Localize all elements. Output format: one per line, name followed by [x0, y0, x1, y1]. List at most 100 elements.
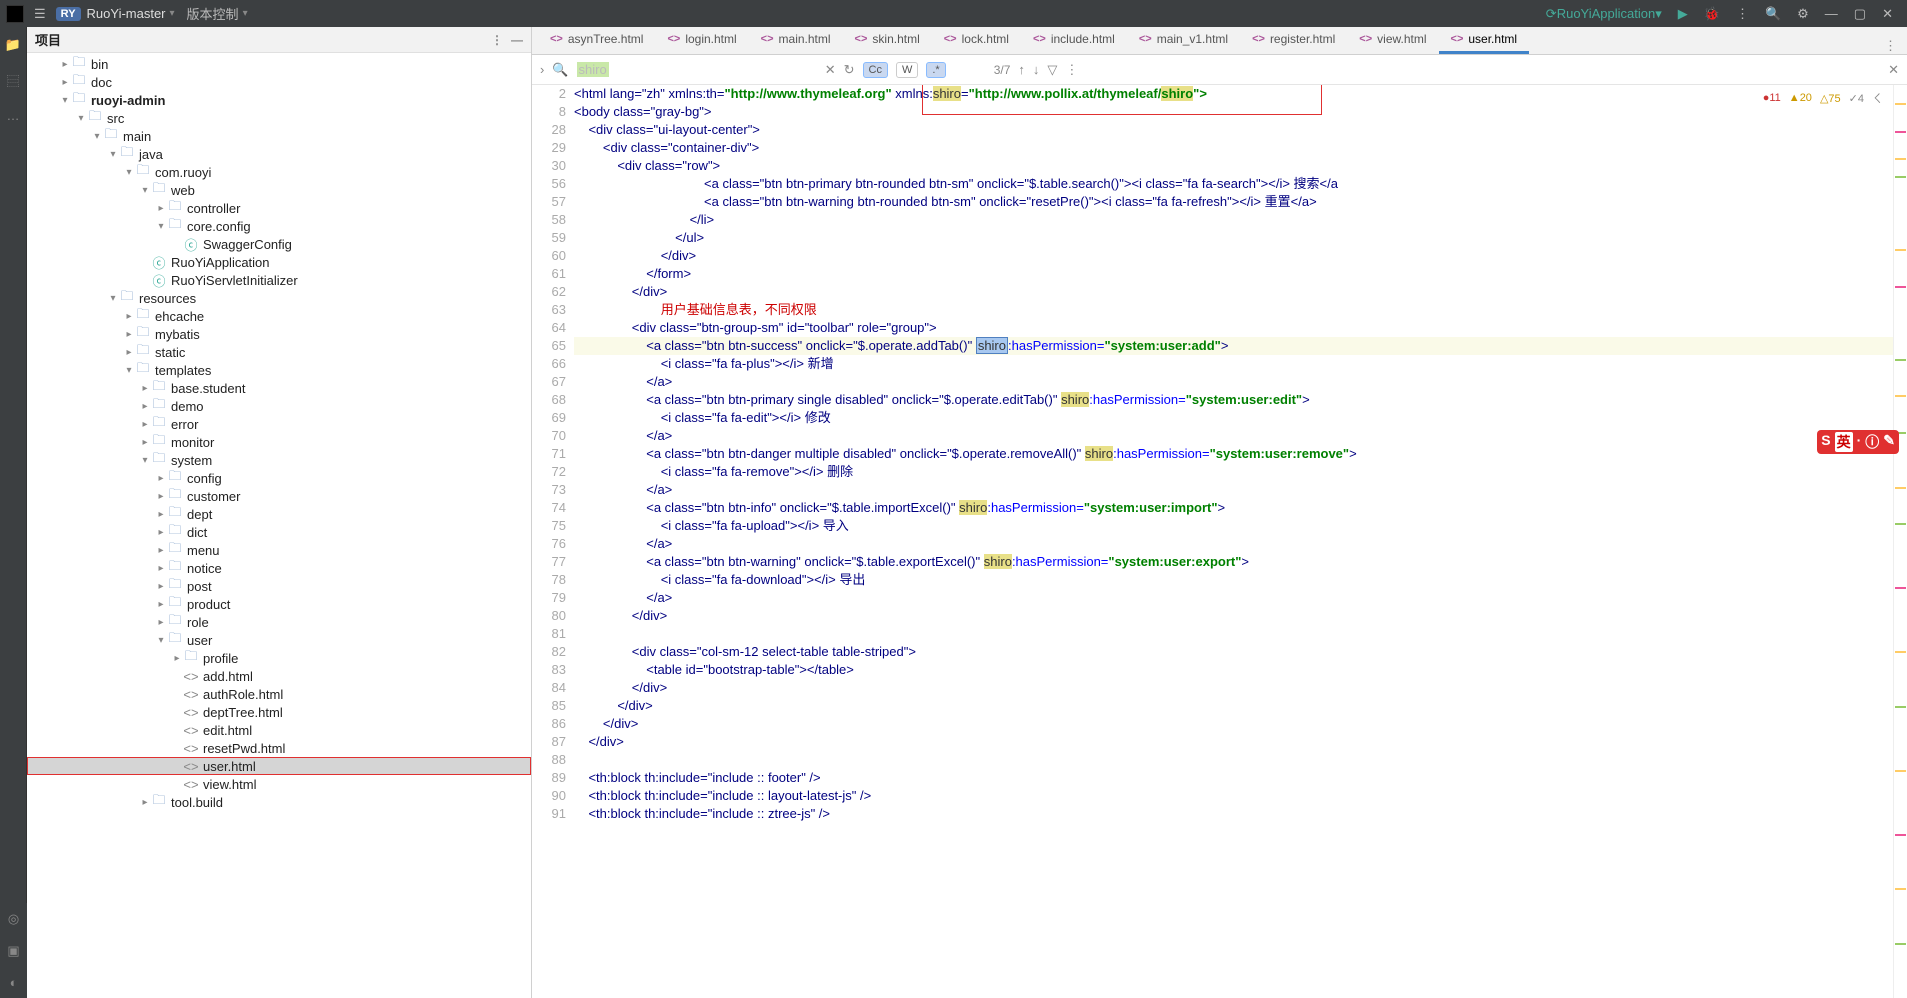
maximize-icon[interactable]: ▢ [1854, 6, 1866, 22]
tree-item[interactable]: ⓒRuoYiApplication [27, 253, 531, 271]
project-tree[interactable]: ▸🗀bin▸🗀doc▾🗀ruoyi-admin▾🗀src▾🗀main▾🗀java… [27, 53, 531, 998]
project-panel-title: 项目 [35, 30, 483, 49]
regex-toggle[interactable]: .* [926, 62, 945, 78]
tree-item[interactable]: ▸🗀static [27, 343, 531, 361]
tree-item[interactable]: <>edit.html [27, 721, 531, 739]
vcs-menu[interactable]: 版本控制 [187, 4, 239, 23]
tree-item[interactable]: ▾🗀system [27, 451, 531, 469]
tree-item[interactable]: <>view.html [27, 775, 531, 793]
next-match-icon[interactable]: ↓ [1033, 62, 1040, 77]
editor-tab[interactable]: <>view.html [1347, 27, 1438, 54]
tree-item[interactable]: <>user.html [27, 757, 531, 775]
chevron-down-icon[interactable]: ▾ [170, 8, 175, 19]
more-icon[interactable]: ⋮ [491, 33, 503, 47]
run-button[interactable]: ▶ [1678, 6, 1688, 22]
collapse-icon[interactable]: — [511, 33, 523, 47]
tree-item[interactable]: ▸🗀config [27, 469, 531, 487]
inspection-widget[interactable]: ●11 ▲20 △75 ✓4 ㄑ [1759, 89, 1887, 107]
bottom-left-tools: ◎ ▣ ◐ [0, 903, 27, 998]
tree-item[interactable]: ▾🗀templates [27, 361, 531, 379]
find-bar: › 🔍 shiro ✕ ↻ Cc W .* 3/7 ↑ ↓ ▽ ⋮ ✕ [532, 55, 1907, 85]
editor-tab[interactable]: <>include.html [1021, 27, 1127, 54]
tree-item[interactable]: ▸🗀demo [27, 397, 531, 415]
chevron-down-icon[interactable]: ▾ [243, 8, 248, 19]
tree-item[interactable]: ▾🗀resources [27, 289, 531, 307]
tree-item[interactable]: ▾🗀user [27, 631, 531, 649]
terminal-tool-icon[interactable]: ◎ [8, 911, 19, 927]
tree-item[interactable]: ▸🗀dept [27, 505, 531, 523]
tree-item[interactable]: ▸🗀profile [27, 649, 531, 667]
tabs-more-icon[interactable]: ⋮ [1884, 38, 1897, 54]
tree-item[interactable]: ▸🗀error [27, 415, 531, 433]
editor-tabs: <>asynTree.html<>login.html<>main.html<>… [532, 27, 1907, 55]
tree-item[interactable]: ▸🗀dict [27, 523, 531, 541]
tree-item[interactable]: ▸🗀ehcache [27, 307, 531, 325]
tree-item[interactable]: ▸🗀controller [27, 199, 531, 217]
tree-item[interactable]: ▾🗀com.ruoyi [27, 163, 531, 181]
tree-item[interactable]: ▾🗀main [27, 127, 531, 145]
tree-item[interactable]: ▾🗀java [27, 145, 531, 163]
bookmarks-tool-icon[interactable]: … [7, 108, 20, 123]
editor-tab[interactable]: <>asynTree.html [538, 27, 655, 54]
tree-item[interactable]: ▸🗀tool.build [27, 793, 531, 811]
tree-item[interactable]: ▸🗀product [27, 595, 531, 613]
words-toggle[interactable]: W [896, 62, 918, 78]
tree-item[interactable]: <>deptTree.html [27, 703, 531, 721]
tree-item[interactable]: ▸🗀menu [27, 541, 531, 559]
editor-tab[interactable]: <>skin.html [843, 27, 932, 54]
editor-tab[interactable]: <>main.html [749, 27, 843, 54]
filter-icon[interactable]: ▽ [1047, 62, 1057, 78]
tree-item[interactable]: ▸🗀customer [27, 487, 531, 505]
code-editor[interactable]: 2828293056575859606162636465666768697071… [532, 85, 1907, 998]
tree-item[interactable]: ▸🗀mybatis [27, 325, 531, 343]
editor-area: <>asynTree.html<>login.html<>main.html<>… [532, 27, 1907, 998]
minimize-icon[interactable]: — [1825, 6, 1838, 21]
minimap[interactable] [1893, 85, 1907, 998]
editor-tab[interactable]: <>register.html [1240, 27, 1347, 54]
run-config[interactable]: ⟳ RuoYiApplication ▾ [1546, 6, 1662, 22]
tree-item[interactable]: ▸🗀monitor [27, 433, 531, 451]
problems-tool-icon[interactable]: ▣ [7, 943, 19, 959]
tree-item[interactable]: <>add.html [27, 667, 531, 685]
tree-item[interactable]: ⓒRuoYiServletInitializer [27, 271, 531, 289]
prev-match-icon[interactable]: ↑ [1018, 62, 1025, 77]
project-name[interactable]: RuoYi-master [87, 6, 166, 21]
tree-item[interactable]: ▸🗀doc [27, 73, 531, 91]
tree-item[interactable]: ▾🗀web [27, 181, 531, 199]
editor-tab[interactable]: <>user.html [1439, 27, 1530, 54]
close-icon[interactable]: ✕ [1882, 6, 1893, 22]
structure-tool-icon[interactable]: ⿳ [6, 71, 19, 90]
history-icon[interactable]: ↻ [844, 62, 855, 78]
editor-tab[interactable]: <>main_v1.html [1127, 27, 1240, 54]
settings-icon[interactable]: ⚙ [1797, 6, 1809, 22]
app-logo-icon[interactable] [6, 5, 24, 23]
tree-item[interactable]: ▸🗀bin [27, 55, 531, 73]
search-icon: 🔍 [552, 62, 568, 78]
project-tool-icon[interactable]: 📁 [5, 37, 21, 53]
tree-item[interactable]: ▸🗀role [27, 613, 531, 631]
line-gutter: 2828293056575859606162636465666768697071… [532, 85, 574, 998]
more-icon[interactable]: ⋮ [1736, 6, 1749, 22]
tree-item[interactable]: ▸🗀notice [27, 559, 531, 577]
find-more-icon[interactable]: ⋮ [1065, 62, 1078, 78]
ime-toolbar[interactable]: S英·ⓘ✎ [1817, 430, 1899, 454]
tree-item[interactable]: <>authRole.html [27, 685, 531, 703]
match-case-toggle[interactable]: Cc [863, 62, 888, 78]
clear-icon[interactable]: ✕ [825, 62, 836, 78]
find-input-extend[interactable] [617, 62, 817, 77]
editor-tab[interactable]: <>login.html [655, 27, 748, 54]
tree-item[interactable]: ▾🗀core.config [27, 217, 531, 235]
debug-button[interactable]: 🐞 [1704, 6, 1720, 22]
git-tool-icon[interactable]: ◐ [10, 975, 18, 990]
main-menu-icon[interactable]: ☰ [34, 6, 46, 22]
tree-item[interactable]: ⓒSwaggerConfig [27, 235, 531, 253]
close-findbar-icon[interactable]: ✕ [1888, 62, 1899, 78]
tree-item[interactable]: <>resetPwd.html [27, 739, 531, 757]
project-badge[interactable]: RY [56, 7, 81, 21]
search-icon[interactable]: 🔍 [1765, 6, 1781, 22]
find-input[interactable]: shiro [577, 62, 609, 77]
editor-tab[interactable]: <>lock.html [932, 27, 1021, 54]
tree-item[interactable]: ▸🗀base.student [27, 379, 531, 397]
goto-icon[interactable]: › [540, 62, 544, 77]
tree-item[interactable]: ▸🗀post [27, 577, 531, 595]
